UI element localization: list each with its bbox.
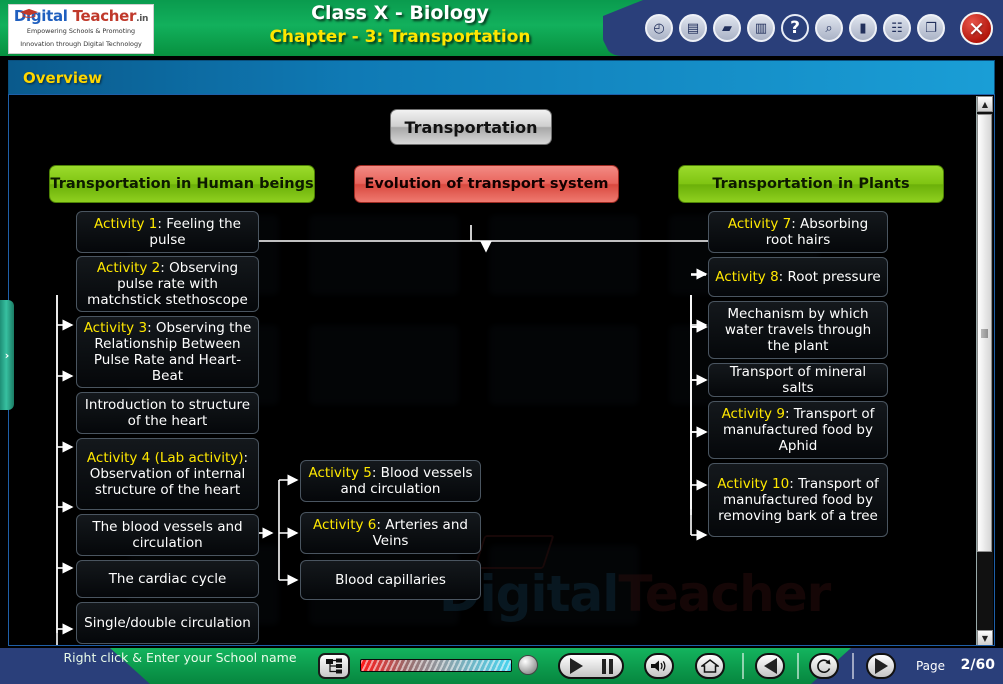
branch-human-beings[interactable]: Transportation in Human beings bbox=[49, 165, 315, 203]
archive-box-icon[interactable]: ▥ bbox=[747, 14, 775, 42]
branch-evolution-transport[interactable]: Evolution of transport system bbox=[354, 165, 619, 203]
media-folder-icon[interactable]: ◴ bbox=[645, 14, 673, 42]
leaf-middle-1[interactable]: Activity 5: Blood vessels and circulatio… bbox=[300, 460, 481, 502]
leaf-human-3[interactable]: Activity 3: Observing the Relationship B… bbox=[76, 316, 259, 388]
scrollbar-track[interactable] bbox=[977, 112, 993, 630]
play-icon bbox=[569, 658, 583, 674]
leaf-activity-label: Activity 8 bbox=[715, 268, 779, 285]
refresh-button[interactable] bbox=[809, 653, 839, 679]
leaf-text: : Arteries and Veins bbox=[372, 516, 468, 549]
lesson-stage: DigitalTeacher Transportation Transporta… bbox=[8, 94, 995, 646]
external-window-icon[interactable]: ❐ bbox=[917, 14, 945, 42]
graduation-cap-icon bbox=[19, 8, 39, 18]
open-book-icon[interactable]: ☷ bbox=[883, 14, 911, 42]
previous-button[interactable] bbox=[755, 653, 785, 679]
page-number: 2/60 bbox=[960, 657, 995, 673]
leaf-text: Single/double circulation bbox=[84, 614, 251, 631]
close-button[interactable]: ✕ bbox=[960, 12, 993, 45]
seek-knob[interactable] bbox=[518, 655, 538, 675]
logo-tagline-1: Empowering Schools & Promoting bbox=[26, 27, 136, 36]
content-scrollbar[interactable]: ▲ ▼ bbox=[976, 96, 993, 645]
next-icon bbox=[874, 658, 888, 674]
leaf-activity-label: Activity 7 bbox=[727, 215, 792, 232]
pause-icon bbox=[601, 658, 613, 674]
leaf-activity-label: Activity 5 bbox=[308, 464, 372, 481]
leaf-plant-4[interactable]: Transport of mineral salts bbox=[708, 363, 888, 397]
diagram-canvas: Transportation Transportation in Human b… bbox=[9, 95, 994, 645]
leaf-activity-label: Activity 3 bbox=[83, 319, 148, 336]
help-question-icon[interactable]: ? bbox=[781, 14, 809, 42]
leaf-human-1[interactable]: Activity 1: Feeling the pulse bbox=[76, 211, 259, 253]
leaf-text: Mechanism by which water travels through… bbox=[724, 305, 872, 355]
leaf-activity-label: Activity 2 bbox=[96, 259, 161, 276]
leaf-human-6[interactable]: The blood vessels and circulation bbox=[76, 514, 259, 556]
leaf-text: The blood vessels and circulation bbox=[92, 518, 243, 551]
book-blue-icon[interactable]: ▤ bbox=[679, 14, 707, 42]
logo-word-teacher: Teacher bbox=[72, 7, 137, 26]
home-icon bbox=[701, 659, 719, 673]
overview-bar: Overview bbox=[8, 60, 995, 96]
leaf-activity-label: Activity 6 bbox=[313, 516, 377, 533]
dictionary-icon[interactable]: ▮ bbox=[849, 14, 877, 42]
volume-button[interactable] bbox=[644, 653, 674, 679]
footer-divider-1 bbox=[742, 653, 744, 679]
search-magnifier-icon[interactable]: ⌕ bbox=[815, 14, 843, 42]
play-pause-button[interactable] bbox=[558, 653, 624, 679]
class-subject-title: Class X - Biology bbox=[311, 2, 489, 24]
leaf-text: Transport of mineral salts bbox=[729, 363, 867, 396]
footer-divider-2 bbox=[797, 653, 799, 679]
side-panel-expander[interactable]: › bbox=[0, 300, 14, 410]
logo-tld: .in bbox=[136, 14, 149, 25]
leaf-activity-label: Activity 1 bbox=[94, 215, 158, 232]
seek-bar[interactable] bbox=[360, 659, 512, 672]
leaf-plant-3[interactable]: Mechanism by which water travels through… bbox=[708, 301, 888, 359]
header-toolbar: ◴ ▤ ▰ ▥ ? ⌕ ▮ ☷ ❐ bbox=[645, 14, 945, 42]
school-name-hint[interactable]: Right click & Enter your School name bbox=[50, 650, 310, 667]
player-footer: Right click & Enter your School name Pag… bbox=[0, 648, 1003, 684]
leaf-text: The cardiac cycle bbox=[108, 570, 227, 587]
diagram-root-node[interactable]: Transportation bbox=[390, 109, 552, 145]
leaf-plant-6[interactable]: Activity 10: Transport of manufactured f… bbox=[708, 463, 888, 537]
chapter-title: Class X - Biology Chapter - 3: Transport… bbox=[200, 2, 600, 48]
speaker-icon bbox=[651, 660, 666, 672]
branch-plants[interactable]: Transportation in Plants bbox=[678, 165, 944, 203]
chapter-name-title: Chapter - 3: Transportation bbox=[269, 26, 531, 47]
notebook-red-icon[interactable]: ▰ bbox=[713, 14, 741, 42]
leaf-middle-3[interactable]: Blood capillaries bbox=[300, 560, 481, 600]
leaf-plant-5[interactable]: Activity 9: Transport of manufactured fo… bbox=[708, 401, 888, 459]
leaf-middle-2[interactable]: Activity 6: Arteries and Veins bbox=[300, 512, 481, 554]
refresh-icon bbox=[817, 659, 831, 673]
leaf-text: Introduction to structure of the heart bbox=[84, 396, 251, 429]
brand-logo: Digital Teacher.in Empowering Schools & … bbox=[8, 4, 154, 54]
scroll-down-button[interactable]: ▼ bbox=[977, 630, 993, 645]
scroll-up-button[interactable]: ▲ bbox=[977, 96, 993, 112]
leaf-human-8[interactable]: Single/double circulation bbox=[76, 602, 259, 644]
overview-label: Overview bbox=[23, 69, 103, 87]
footer-divider-3 bbox=[852, 653, 854, 679]
leaf-human-2[interactable]: Activity 2: Observing pulse rate with ma… bbox=[76, 256, 259, 312]
home-button[interactable] bbox=[695, 653, 725, 679]
logo-tagline-2: Innovation through Digital Technology bbox=[20, 39, 142, 48]
leaf-human-7[interactable]: The cardiac cycle bbox=[76, 560, 259, 598]
page-label: Page bbox=[915, 659, 945, 673]
sitemap-tree-icon[interactable] bbox=[318, 653, 350, 679]
previous-icon bbox=[763, 658, 777, 674]
leaf-text: : Root pressure bbox=[778, 268, 881, 285]
tree-glyph bbox=[326, 658, 342, 674]
leaf-text: : Feeling the pulse bbox=[149, 215, 241, 248]
leaf-text: Blood capillaries bbox=[335, 571, 446, 588]
leaf-activity-label: Activity 10 bbox=[717, 475, 790, 492]
leaf-plant-2[interactable]: Activity 8: Root pressure bbox=[708, 257, 888, 297]
scrollbar-thumb[interactable] bbox=[977, 114, 992, 552]
leaf-human-4[interactable]: Introduction to structure of the heart bbox=[76, 392, 259, 434]
app-header: Digital Teacher.in Empowering Schools & … bbox=[0, 0, 1003, 56]
leaf-human-5[interactable]: Activity 4 (Lab activity): Observation o… bbox=[76, 438, 259, 510]
next-button[interactable] bbox=[866, 653, 896, 679]
leaf-activity-label: Activity 4 (Lab activity) bbox=[86, 449, 244, 466]
leaf-plant-1[interactable]: Activity 7: Absorbing root hairs bbox=[708, 211, 888, 253]
leaf-activity-label: Activity 9 bbox=[721, 405, 785, 422]
